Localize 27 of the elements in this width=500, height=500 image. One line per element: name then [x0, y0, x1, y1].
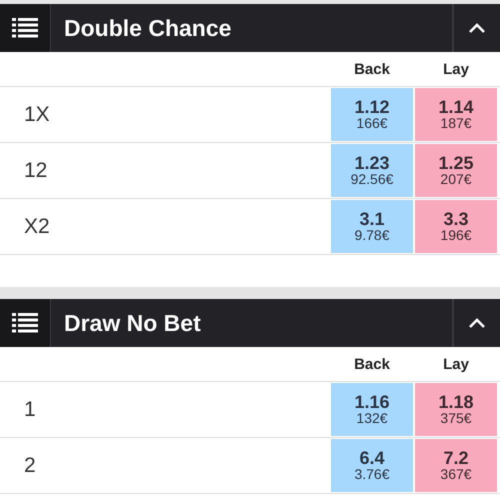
list-button[interactable] — [0, 299, 51, 347]
lay-odds-button[interactable]: 1.14 187€ — [415, 88, 497, 141]
market-title: Double Chance — [63, 14, 232, 42]
list-button[interactable] — [0, 4, 51, 52]
lay-odds-button[interactable]: 3.3 196€ — [415, 200, 497, 253]
back-odds-button[interactable]: 1.23 92.56€ — [331, 144, 413, 197]
column-header: Back — [353, 356, 391, 372]
selection-label: X2 — [23, 214, 51, 240]
back-odds-button[interactable]: 6.4 3.76€ — [331, 439, 413, 492]
chevron-icon — [468, 22, 486, 34]
lay-odds-button[interactable]: 1.25 207€ — [415, 144, 497, 197]
back-odds-button[interactable]: 1.16 132€ — [331, 383, 413, 436]
list-icon — [12, 18, 38, 38]
list-icon — [12, 313, 38, 333]
column-header: Back — [353, 60, 391, 78]
selection-label: 1 — [23, 396, 37, 422]
chevron-icon — [468, 318, 486, 328]
column-header: Lay — [442, 356, 470, 372]
column-header: Lay — [442, 60, 470, 78]
lay-odds-button[interactable]: 1.18 375€ — [415, 383, 497, 436]
market-title: Draw No Bet — [63, 308, 202, 338]
back-odds-button[interactable]: 3.1 9.78€ — [331, 200, 413, 253]
selection-label: 12 — [23, 158, 48, 184]
back-odds-button[interactable]: 1.12 166€ — [331, 88, 413, 141]
selection-label: 1X — [23, 102, 51, 128]
selection-label: 2 — [23, 452, 37, 478]
lay-odds-button[interactable]: 7.2 367€ — [415, 439, 497, 492]
